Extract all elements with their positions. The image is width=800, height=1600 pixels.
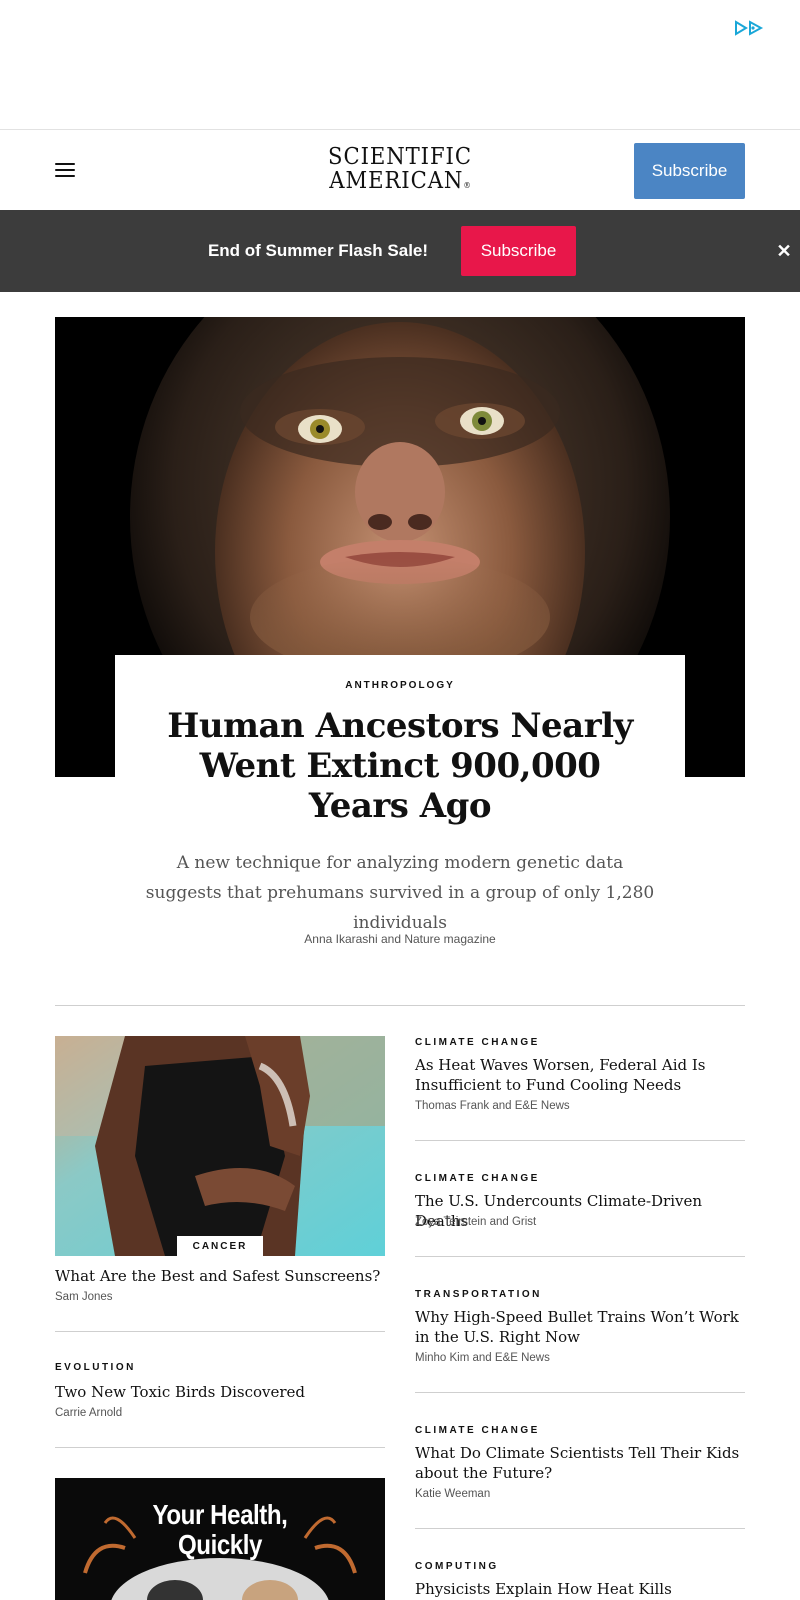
toxic-birds-article-title[interactable]: Two New Toxic Birds Discovered (55, 1382, 385, 1402)
heat-machines-article-title[interactable]: Physicists Explain How Heat Kills Machin… (415, 1579, 745, 1600)
list-divider (415, 1140, 745, 1141)
ad-banner (0, 0, 800, 130)
heat-waves-article-byline: Thomas Frank and E&E News (415, 1100, 570, 1112)
climate-kids-article-byline: Katie Weeman (415, 1488, 491, 1500)
sunscreen-article-category[interactable]: CANCER (177, 1236, 263, 1256)
logo-line-1: SCIENTIFIC (328, 144, 472, 170)
podcast-promo-image[interactable]: Your Health, Quickly (55, 1478, 385, 1600)
list-divider (415, 1528, 745, 1529)
hero-summary: A new technique for analyzing modern gen… (145, 853, 655, 933)
hero-category[interactable]: ANTHROPOLOGY (115, 680, 685, 691)
hero-byline: Anna Ikarashi and Nature magazine (304, 932, 496, 946)
toxic-birds-article-category[interactable]: EVOLUTION (55, 1362, 136, 1373)
podcast-promo-title: Your Health, Quickly (152, 1499, 288, 1560)
close-icon[interactable]: ✕ (772, 238, 796, 264)
promo-text: End of Summer Flash Sale! (207, 241, 429, 260)
toxic-birds-article-byline: Carrie Arnold (55, 1407, 123, 1419)
promo-subscribe-button[interactable]: Subscribe (461, 226, 576, 276)
site-logo[interactable]: SCIENTIFIC AMERICAN® (300, 145, 500, 198)
section-divider (55, 1005, 745, 1006)
hero-headline[interactable]: Human Ancestors Nearly Went Extinct 900,… (145, 706, 655, 826)
bullet-trains-article-title[interactable]: Why High-Speed Bullet Trains Won’t Work … (415, 1307, 745, 1347)
sunscreen-article-title[interactable]: What Are the Best and Safest Sunscreens? (55, 1266, 385, 1286)
sunscreen-article-byline: Sam Jones (55, 1291, 113, 1303)
climate-deaths-article-byline: Zoya Teirstein and Grist (415, 1216, 537, 1228)
logo-line-2: AMERICAN® (329, 168, 471, 194)
heat-machines-article-category[interactable]: COMPUTING (415, 1561, 499, 1572)
list-divider (415, 1392, 745, 1393)
promo-banner: End of Summer Flash Sale! Subscribe ✕ (0, 210, 800, 292)
adchoices-icon[interactable] (734, 20, 764, 36)
subscribe-button[interactable]: Subscribe (634, 143, 745, 199)
climate-deaths-article-category[interactable]: CLIMATE CHANGE (415, 1173, 540, 1184)
list-divider (415, 1256, 745, 1257)
climate-kids-article-category[interactable]: CLIMATE CHANGE (415, 1425, 540, 1436)
heat-waves-article-category[interactable]: CLIMATE CHANGE (415, 1037, 540, 1048)
heat-waves-article-title[interactable]: As Heat Waves Worsen, Federal Aid Is Ins… (415, 1055, 745, 1095)
site-header: SCIENTIFIC AMERICAN® Subscribe (0, 130, 800, 210)
climate-kids-article-title[interactable]: What Do Climate Scientists Tell Their Ki… (415, 1443, 745, 1483)
bullet-trains-article-byline: Minho Kim and E&E News (415, 1352, 550, 1364)
list-divider (55, 1331, 385, 1332)
bullet-trains-article-category[interactable]: TRANSPORTATION (415, 1289, 542, 1300)
sunscreen-article-image[interactable] (55, 1036, 385, 1256)
list-divider (55, 1447, 385, 1448)
hamburger-menu-icon[interactable] (55, 163, 75, 177)
